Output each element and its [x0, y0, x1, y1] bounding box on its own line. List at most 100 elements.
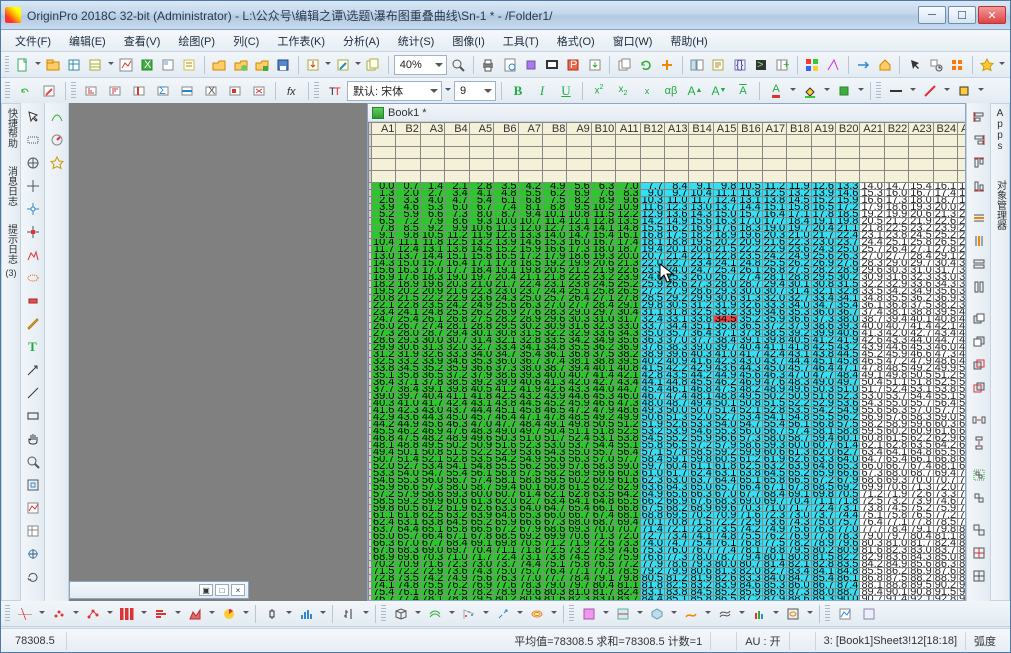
project-explorer-button[interactable] [688, 54, 707, 76]
font-combo[interactable]: 默认: 宋体 [347, 81, 442, 101]
line-color-button[interactable] [919, 80, 941, 102]
font-size-combo[interactable]: 9 [454, 81, 496, 101]
line-tool[interactable] [23, 383, 43, 403]
uniform-height-button[interactable] [969, 277, 989, 297]
column-plot-button[interactable] [116, 603, 138, 625]
import-dropdown[interactable] [325, 62, 332, 68]
sort-asc-button[interactable] [80, 80, 102, 102]
menu-s[interactable]: 统计(S) [390, 31, 443, 51]
align-top-button[interactable] [969, 153, 989, 173]
pan-tool[interactable] [23, 429, 43, 449]
menu-a[interactable]: 分析(A) [335, 31, 388, 51]
bring-front-button[interactable] [969, 309, 989, 329]
layer-arrange-button[interactable] [969, 520, 989, 540]
scale-x-button[interactable] [969, 208, 989, 228]
3d-symbol-button[interactable] [458, 603, 480, 625]
draw-data-tool[interactable] [23, 314, 43, 334]
region-tool[interactable] [23, 268, 43, 288]
scale-y-button[interactable] [969, 231, 989, 251]
3d-vector-button[interactable] [492, 603, 514, 625]
stock-plot-button[interactable] [338, 603, 360, 625]
read-data-tool[interactable] [23, 176, 43, 196]
overbar-button[interactable]: A [732, 80, 754, 102]
pointer-tool[interactable] [23, 107, 43, 127]
new-dropdown[interactable] [35, 62, 42, 68]
v-space-button[interactable] [969, 433, 989, 453]
export-ascii-button[interactable] [38, 80, 60, 102]
menu-e[interactable]: 编辑(E) [61, 31, 114, 51]
template-lib-button[interactable] [834, 603, 856, 625]
tab-quickhelp[interactable]: 快捷帮助 [4, 104, 19, 148]
data-selector-tool[interactable] [23, 245, 43, 265]
code-builder-button[interactable]: {} [730, 54, 749, 76]
refresh-button[interactable] [636, 54, 655, 76]
workbook-titlebar[interactable]: Book1 * [368, 104, 965, 122]
bar-plot-button[interactable] [150, 603, 172, 625]
send-data-back-button[interactable] [969, 378, 989, 398]
insert-wks-button[interactable] [23, 521, 43, 541]
command-window-button[interactable]: > [751, 54, 770, 76]
open-button[interactable] [210, 54, 229, 76]
send-back-button[interactable] [969, 332, 989, 352]
transfer-button[interactable] [854, 54, 873, 76]
speed-mode-button[interactable] [47, 130, 67, 150]
new-project-button[interactable] [13, 54, 32, 76]
menu-o[interactable]: 格式(O) [549, 31, 603, 51]
matrix-bar-button[interactable] [748, 603, 770, 625]
3d-surface-button[interactable] [424, 603, 446, 625]
scale-in-button[interactable] [23, 475, 43, 495]
zoom-rect-tool[interactable] [23, 452, 43, 472]
font-tool-button[interactable]: TT [323, 80, 345, 102]
set-x-button[interactable]: X [200, 80, 222, 102]
align-left-button[interactable] [969, 107, 989, 127]
new-excel-button[interactable]: X [137, 54, 156, 76]
save-button[interactable] [273, 54, 292, 76]
mask-toggle-button[interactable] [248, 80, 270, 102]
fill-button[interactable] [953, 80, 975, 102]
star-button[interactable] [978, 54, 997, 76]
new-matrix-button[interactable] [86, 54, 105, 76]
minwin-max[interactable]: □ [215, 584, 229, 596]
sort-desc-button[interactable] [104, 80, 126, 102]
font-color-button[interactable]: A [765, 80, 787, 102]
new-notes-button[interactable] [180, 54, 199, 76]
rescale-button[interactable] [23, 544, 43, 564]
stats-col-button[interactable]: Σ [152, 80, 174, 102]
function-button[interactable]: fx [281, 80, 303, 102]
panning-tool[interactable] [23, 153, 43, 173]
results-log-button[interactable] [709, 54, 728, 76]
minimize-button[interactable]: ─ [918, 6, 946, 24]
recolor-button[interactable] [833, 80, 855, 102]
tab-messagelog[interactable]: 消息日志 [4, 162, 19, 206]
rect-tool[interactable] [23, 406, 43, 426]
subscript-button[interactable]: x2 [612, 80, 634, 102]
merge-button[interactable] [969, 566, 989, 586]
profile-button[interactable] [612, 603, 634, 625]
menu-v[interactable]: 查看(V) [116, 31, 169, 51]
print-preview-button[interactable] [500, 54, 519, 76]
digitizer-button[interactable] [824, 54, 843, 76]
bold-button[interactable]: B [507, 80, 529, 102]
open-template-button[interactable] [231, 54, 250, 76]
zoom-full-button[interactable] [449, 54, 468, 76]
import-multi-button[interactable] [364, 54, 383, 76]
graph-style-button[interactable] [47, 153, 67, 173]
add-column-button[interactable]: + [772, 54, 791, 76]
align-right-button[interactable] [969, 130, 989, 150]
menu-h[interactable]: 帮助(H) [662, 31, 715, 51]
increasefont-button[interactable]: A▲ [684, 80, 706, 102]
tab-apps[interactable]: Apps [995, 104, 1006, 152]
open-excel-button[interactable] [252, 54, 271, 76]
matrix-image-button[interactable] [578, 603, 600, 625]
fill-color-button[interactable] [799, 80, 821, 102]
mask-tool[interactable] [23, 291, 43, 311]
area-plot-button[interactable] [184, 603, 206, 625]
italic-button[interactable]: I [531, 80, 553, 102]
send-ppt-button[interactable]: P [564, 54, 583, 76]
supsub-button[interactable]: x [636, 80, 658, 102]
rotate-button[interactable] [23, 567, 43, 587]
annotation-tool[interactable] [23, 199, 43, 219]
greek-button[interactable]: αβ [660, 80, 682, 102]
import-wizard-button[interactable] [303, 54, 322, 76]
pointer-button[interactable] [905, 54, 924, 76]
